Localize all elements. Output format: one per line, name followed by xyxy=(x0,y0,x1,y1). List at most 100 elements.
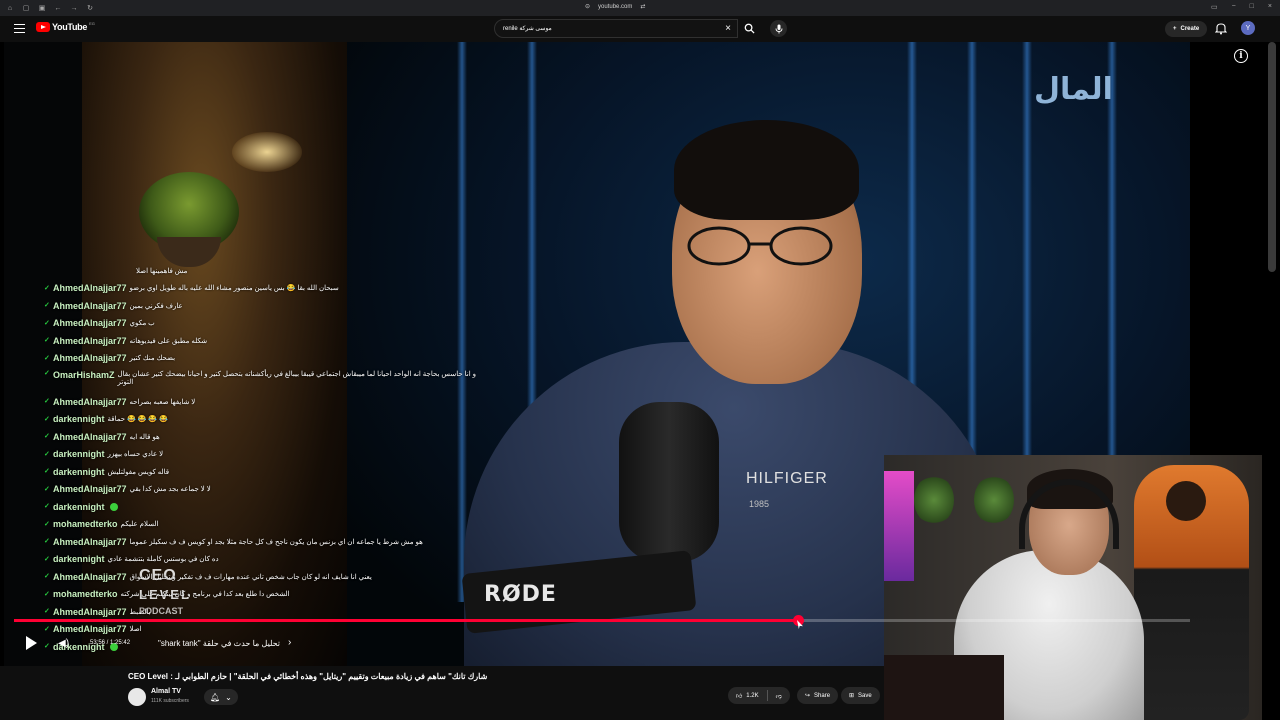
chat-badge-icon: ✓ xyxy=(44,433,50,441)
emoji-icon xyxy=(109,502,118,511)
chat-badge-icon: ✓ xyxy=(44,573,50,581)
chat-badge-icon: ✓ xyxy=(44,503,50,511)
chat-text: يعني انا شايف انه لو كان جاب شخص تاني عن… xyxy=(129,573,372,581)
chat-badge-icon: ✓ xyxy=(44,284,50,292)
chat-text: شكله مطبق على فيديوهاته xyxy=(129,337,208,345)
page-scrollbar[interactable] xyxy=(1268,42,1276,272)
chat-badge-icon: ✓ xyxy=(44,590,50,598)
chat-username: AhmedAlnajjar77 xyxy=(53,606,127,617)
chat-badge-icon: ✓ xyxy=(44,468,50,476)
site-settings-icon[interactable]: ⊝ xyxy=(585,3,590,10)
minimize-icon[interactable]: − xyxy=(1232,3,1236,11)
microphone-icon xyxy=(775,24,782,33)
video-progress-bar[interactable] xyxy=(14,615,1190,626)
chat-badge-icon: ✓ xyxy=(44,415,50,423)
chat-username: AhmedAlnajjar77 xyxy=(53,571,127,582)
clear-search-icon[interactable]: × xyxy=(725,23,731,34)
hamburger-menu-icon[interactable] xyxy=(14,23,25,34)
save-button[interactable]: ⊞ Save xyxy=(841,687,880,704)
chat-message: ✓ AhmedAlnajjar77 لا لا جماعه بجد مش كدا ب… xyxy=(44,481,544,499)
chat-text: بضحك منك كتير xyxy=(129,355,176,363)
reload-icon[interactable]: ↻ xyxy=(86,4,94,12)
chapter-title[interactable]: "shark tank" تحليل ما حدث في حلقة xyxy=(158,639,280,648)
share-icon: ↪ xyxy=(805,693,811,699)
chat-username: darkennight xyxy=(53,466,105,477)
youtube-play-logo-icon xyxy=(36,22,50,32)
chair-logo xyxy=(1166,481,1206,521)
chat-message: ✓ OmarHishamZ و انا حاسس بحاجة انه الواحد … xyxy=(44,367,544,393)
lamp-light xyxy=(232,132,302,172)
chat-message: ✓ AhmedAlnajjar77 شكله مطبق على فيديوهاته xyxy=(44,332,544,350)
chat-message: ✓ darkennight قاله كويس مفولتليش xyxy=(44,463,544,481)
chat-badge-icon: ✓ xyxy=(44,485,50,493)
bell-icon: 🔔︎ xyxy=(210,692,221,702)
like-button[interactable]: 👍︎ 1.2K xyxy=(728,687,767,704)
chat-badge-icon: ✓ xyxy=(44,450,50,458)
almal-channel-logo: المال xyxy=(1034,72,1134,120)
notifications-bell-icon[interactable] xyxy=(1214,22,1228,35)
volume-icon[interactable]: ◀) xyxy=(58,638,69,649)
chat-badge-icon: ✓ xyxy=(44,302,50,310)
chat-badge-icon: ✓ xyxy=(44,354,50,362)
chat-username: AhmedAlnajjar77 xyxy=(53,318,127,329)
back-arrow-icon[interactable]: ← xyxy=(54,4,62,12)
chat-message: ✓ AhmedAlnajjar77 بضحك منك كتير xyxy=(44,350,544,368)
chat-text-continued: التوتر xyxy=(117,379,134,386)
chat-username: AhmedAlnajjar77 xyxy=(53,536,127,547)
video-title: CEO Level : شارك تانك" ساهم في زيادة مبي… xyxy=(128,672,488,681)
chat-username: darkennight xyxy=(53,449,105,460)
chat-text: بالضبط xyxy=(129,608,151,616)
chat-message: ✓ AhmedAlnajjar77 هو قاله ايه xyxy=(44,428,544,446)
browser-panel-icon[interactable]: ▭ xyxy=(1211,3,1218,11)
info-icon[interactable]: i xyxy=(1234,49,1248,63)
video-info: CEO Level : شارك تانك" ساهم في زيادة مبي… xyxy=(0,666,884,720)
dislike-button[interactable]: 👎︎ xyxy=(768,687,790,704)
chat-message: ✓ darkennight ده كان في بوستس كاملة بتتشمة… xyxy=(44,551,544,569)
save-label: Save xyxy=(858,692,872,699)
close-window-icon[interactable]: × xyxy=(1268,3,1272,11)
chat-username: AhmedAlnajjar77 xyxy=(53,484,127,495)
chat-badge-icon: ✓ xyxy=(44,555,50,563)
chat-message: ✓ darkennight xyxy=(44,498,544,516)
webcam-plant xyxy=(914,475,954,525)
create-button[interactable]: + Create xyxy=(1165,21,1208,37)
search-input[interactable]: renile موسى شركة × xyxy=(494,19,738,38)
share-button[interactable]: ↪ Share xyxy=(797,687,839,704)
logo-text: YouTube xyxy=(52,22,88,32)
player-controls: ◀) 53:56 / 1:25:42 "shark tank" تحليل ما… xyxy=(0,630,880,658)
hilfiger-year-text: 1985 xyxy=(749,499,770,509)
chat-badge-icon: ✓ xyxy=(44,538,50,546)
account-avatar[interactable]: Y xyxy=(1241,21,1255,35)
time-display: 53:56 / 1:25:42 xyxy=(90,640,131,646)
search-button[interactable] xyxy=(738,19,760,38)
channel-subscribers: 111K subscribers xyxy=(151,698,189,704)
chat-badge-icon: ✓ xyxy=(44,370,50,377)
channel-avatar[interactable] xyxy=(128,688,146,706)
progress-played xyxy=(14,619,799,622)
chevron-right-icon[interactable]: › xyxy=(288,637,291,648)
chat-message: ✓ AhmedAlnajjar77 يعني انا شايف انه لو كان… xyxy=(44,568,544,586)
streamer-webcam xyxy=(884,455,1262,720)
maximize-icon[interactable]: □ xyxy=(1250,3,1254,11)
chat-username: AhmedAlnajjar77 xyxy=(53,283,127,294)
chat-message: ✓ darkennight حماقة 😂 😂 😂 😂 xyxy=(44,411,544,429)
address-bar[interactable]: ⊝ youtube.com ⇄ xyxy=(585,3,645,11)
browser-menu-icon[interactable]: ⌂ xyxy=(6,4,14,12)
chat-message: ✓ AhmedAlnajjar77 بالضبط xyxy=(44,603,544,621)
chat-message: ✓ AhmedAlnajjar77 هو مش شرط يا جماعه ان اي… xyxy=(44,533,544,551)
play-icon[interactable] xyxy=(26,636,37,650)
channel-name[interactable]: Almal TV xyxy=(151,688,181,695)
voice-search-button[interactable] xyxy=(770,20,787,37)
youtube-header: YouTube EG renile موسى شركة × + Create Y xyxy=(0,16,1280,42)
chat-badge-icon: ✓ xyxy=(44,608,50,616)
forward-arrow-icon[interactable]: → xyxy=(70,4,78,12)
chat-username: mohamedterko xyxy=(53,589,118,600)
search-query-text: renile موسى شركة xyxy=(503,26,552,32)
save-icon: ⊞ xyxy=(849,693,855,699)
page-actions-icon[interactable]: ⇄ xyxy=(640,3,645,10)
tabs-icon[interactable]: ▣ xyxy=(38,4,46,12)
subscribed-button[interactable]: 🔔︎ ⌄ xyxy=(204,689,238,705)
sidebar-toggle-icon[interactable]: ▢ xyxy=(22,4,30,12)
chat-badge-icon: ✓ xyxy=(44,319,50,327)
youtube-logo[interactable]: YouTube EG xyxy=(36,21,95,32)
